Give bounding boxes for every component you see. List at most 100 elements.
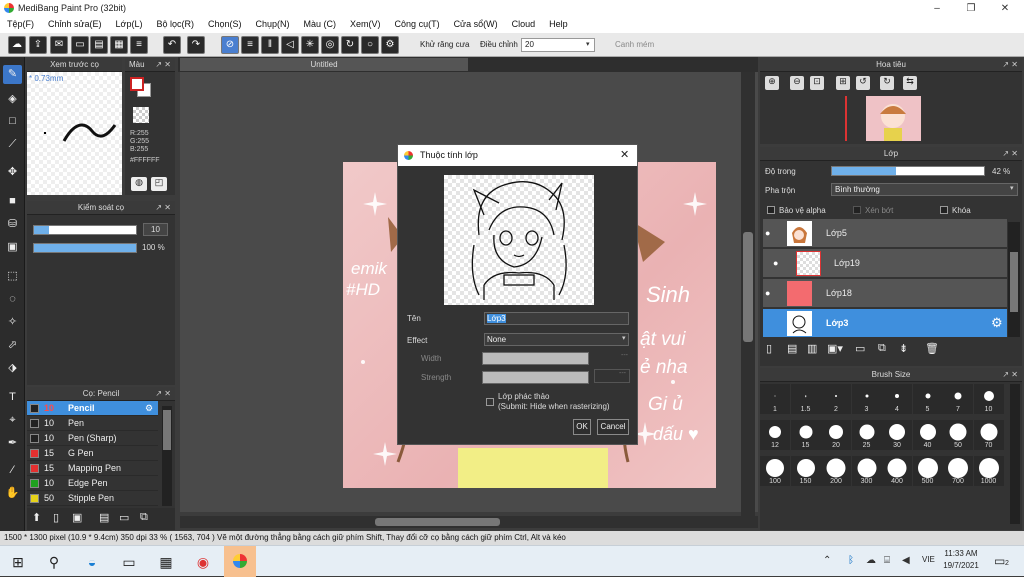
brush-size-cell[interactable]: 40	[912, 420, 943, 450]
document-icon[interactable]: ▤	[90, 36, 108, 54]
clipping-checkbox[interactable]	[853, 206, 861, 214]
eyedropper-tool-icon[interactable]: ✒	[3, 434, 22, 453]
effect-select[interactable]: None	[484, 333, 629, 346]
brush-tool-icon[interactable]: ✎	[3, 65, 22, 84]
brush-size-cell[interactable]: 400	[882, 456, 912, 486]
select-tool-icon[interactable]: ⬚	[3, 267, 22, 286]
menu-layer[interactable]: Lớp(L)	[109, 17, 150, 29]
sketch-layer-checkbox[interactable]	[486, 398, 494, 406]
brush-list-scrollbar[interactable]	[162, 406, 172, 506]
delete-layer-icon[interactable]: 🗑	[925, 342, 939, 355]
brush-item[interactable]: 10 Pen (Sharp)	[27, 431, 158, 446]
brush-size-cell[interactable]: 70	[973, 420, 1004, 450]
menu-cloud[interactable]: Cloud	[505, 17, 543, 29]
clock-time[interactable]: 11:33 AM	[940, 549, 982, 558]
flip-icon[interactable]: ⇆	[903, 76, 917, 90]
medibang-taskbar-icon[interactable]	[224, 546, 256, 577]
panel-close-icon[interactable]: ↗ ✕	[1002, 368, 1018, 382]
text-tool-icon[interactable]: T	[3, 388, 22, 407]
panel-close-icon[interactable]: ↗ ✕	[155, 387, 171, 401]
brush-menu-icon[interactable]: ▣	[72, 511, 82, 524]
brush-opacity-slider[interactable]	[33, 243, 137, 253]
add-brush-icon[interactable]: ⬆	[32, 511, 41, 524]
brush-size-cell[interactable]: 2	[821, 384, 851, 414]
brush-size-cell[interactable]: 150	[790, 456, 821, 486]
new-halftone-layer-icon[interactable]: ▤	[787, 342, 797, 355]
menu-file[interactable]: Tệp(F)	[0, 17, 41, 29]
lock-checkbox[interactable]	[940, 206, 948, 214]
maximize-button[interactable]: ❐	[954, 0, 988, 17]
notification-icon[interactable]: ▭	[994, 554, 1005, 568]
menu-snap[interactable]: Chụp(N)	[249, 17, 297, 29]
actual-size-icon[interactable]: ⊞	[836, 76, 850, 90]
brush-size-cell[interactable]: 30	[882, 420, 912, 450]
curve-snap-icon[interactable]: ↻	[341, 36, 359, 54]
rotate-right-icon[interactable]: ↻	[880, 76, 894, 90]
brush-size-cell[interactable]: 7	[943, 384, 973, 414]
comment-icon[interactable]: ✉	[50, 36, 68, 54]
panel-close-icon[interactable]: ↗ ✕	[1002, 58, 1018, 72]
fit-icon[interactable]: ⊡	[810, 76, 824, 90]
brush-item[interactable]: 15 Mapping Pen	[27, 461, 158, 476]
share-icon[interactable]: ⇪	[29, 36, 47, 54]
brush-copy-icon[interactable]: ▤	[99, 511, 109, 524]
transparent-color-icon[interactable]	[133, 107, 149, 123]
picker-tool-icon[interactable]: ⁄	[3, 461, 22, 480]
rectangle-tool-icon[interactable]: □	[3, 112, 22, 131]
file-explorer-icon[interactable]: ▭	[117, 551, 141, 573]
brush-size-cell[interactable]: 25	[851, 420, 882, 450]
ok-button[interactable]: OK	[573, 419, 591, 435]
canvas-horizontal-scrollbar[interactable]	[180, 516, 758, 528]
fill-rect-tool-icon[interactable]: ■	[3, 192, 22, 211]
close-window-button[interactable]: ✕	[988, 0, 1022, 17]
brush-size-cell[interactable]: 1000	[973, 456, 1004, 486]
select-eraser-icon[interactable]: ⬗	[3, 359, 22, 378]
visibility-eye-icon[interactable]: ●	[765, 228, 770, 238]
layer-row[interactable]: ● Lớp19	[763, 249, 1007, 278]
menu-tools[interactable]: Công cụ(T)	[388, 17, 447, 29]
correction-select[interactable]: 20	[521, 38, 595, 52]
brush-size-cell[interactable]: 50	[943, 420, 973, 450]
bluetooth-icon[interactable]: ᛒ	[848, 555, 854, 566]
cancel-button[interactable]: Cancel	[597, 419, 629, 435]
brush-size-cell[interactable]: 15	[790, 420, 821, 450]
lasso-tool-icon[interactable]: ◌	[3, 290, 22, 309]
brush-size-scrollbar[interactable]	[1010, 384, 1020, 524]
layer-scrollbar[interactable]	[1008, 222, 1020, 337]
brush-item[interactable]: 10 Pen	[27, 416, 158, 431]
brush-size-cell[interactable]: 4	[882, 384, 912, 414]
brush-size-cell[interactable]: 20	[821, 420, 851, 450]
parallel-snap-icon[interactable]: ≡	[241, 36, 259, 54]
magic-wand-icon[interactable]: ✧	[3, 313, 22, 332]
menu-color[interactable]: Màu (C)	[297, 17, 344, 29]
brush-size-cell[interactable]: 5	[912, 384, 943, 414]
perspective-snap-icon[interactable]: ◁	[281, 36, 299, 54]
network-icon[interactable]: ⌸	[884, 555, 890, 566]
brush-item[interactable]: 50 Stipple Pen	[27, 491, 158, 506]
page-icon[interactable]: ▭	[71, 36, 89, 54]
dot-tool-icon[interactable]: ⟋	[3, 135, 22, 154]
eraser-tool-icon[interactable]: ◈	[3, 90, 22, 109]
undo-icon[interactable]: ↶	[163, 36, 181, 54]
layer-row[interactable]: ● Lớp18	[763, 279, 1007, 308]
duplicate-layer-icon[interactable]: ⧉	[878, 342, 886, 355]
brush-duplicate-icon[interactable]: ⧉	[140, 511, 148, 524]
brush-size-cell[interactable]: 100	[760, 456, 790, 486]
bucket-tool-icon[interactable]: ⛁	[3, 215, 22, 234]
brush-size-cell[interactable]: 3	[851, 384, 882, 414]
protect-alpha-checkbox[interactable]	[767, 206, 775, 214]
tray-chevron-icon[interactable]: ⌃	[823, 555, 831, 566]
brush-item[interactable]: 10 Edge Pen	[27, 476, 158, 491]
brush-size-cell[interactable]: 10	[973, 384, 1004, 414]
brush-settings-gear-icon[interactable]: ⚙	[145, 401, 153, 416]
language-indicator[interactable]: VIE	[922, 555, 935, 564]
brush-item-selected[interactable]: 10 Pencil ⚙	[27, 401, 158, 416]
menu-edit[interactable]: Chỉnh sửa(E)	[41, 17, 109, 29]
panel-close-icon[interactable]: ↗ ✕	[1002, 147, 1018, 161]
onedrive-icon[interactable]: ☁	[866, 555, 876, 566]
brush-size-value[interactable]: 10	[143, 223, 168, 236]
brush-size-cell[interactable]: 1.5	[790, 384, 821, 414]
brush-size-slider[interactable]	[33, 225, 137, 235]
dialog-close-icon[interactable]: ✕	[620, 145, 629, 166]
windows-start-icon[interactable]: ⊞	[6, 551, 30, 573]
